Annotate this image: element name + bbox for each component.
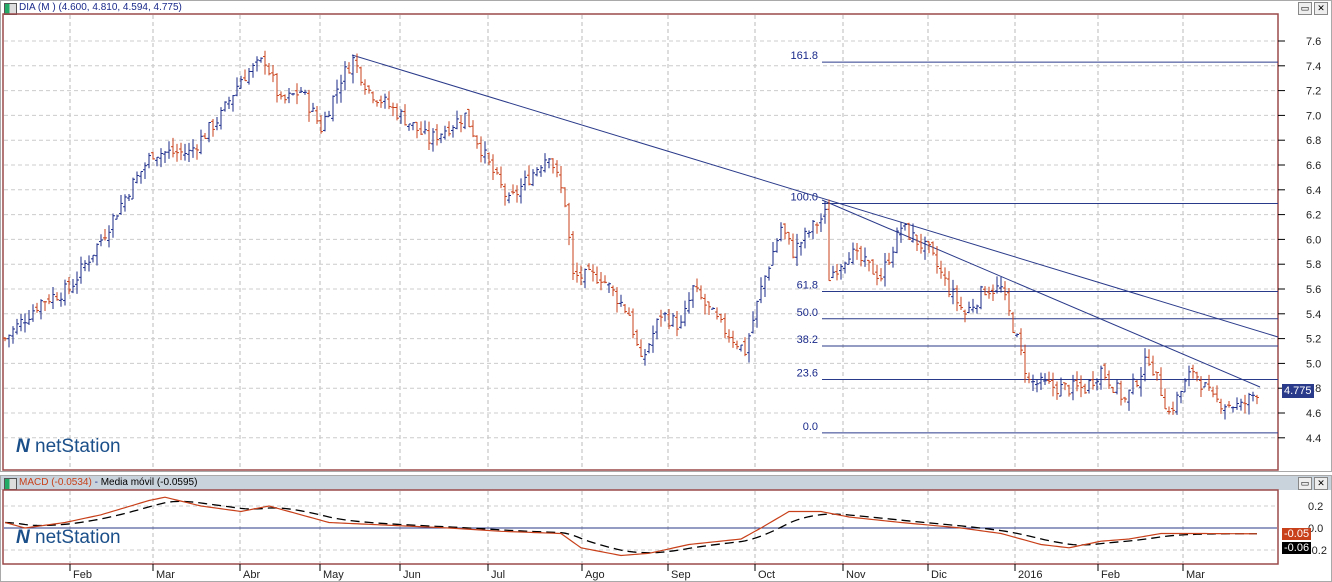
- month-label: Ago: [585, 569, 605, 581]
- fib-label: 38.2: [797, 334, 818, 346]
- price-plot-frame: [2, 13, 1279, 471]
- fib-label: 61.8: [797, 279, 818, 291]
- trend-line: [821, 199, 1261, 388]
- price-tick-label: 4.4: [1306, 433, 1321, 445]
- price-tick-label: 5.0: [1306, 358, 1321, 370]
- chart-canvas: Feb Mar Abr May Jun Jul Ago Sep Oct Nov Dic 2016 Feb…: [2, 13, 1327, 581]
- price-watermark: N netStation: [16, 436, 121, 457]
- price-tick-label: 5.4: [1306, 309, 1321, 321]
- price-tick-label: 5.2: [1306, 334, 1321, 346]
- month-label: Mar: [1186, 569, 1205, 581]
- last-price-badge: 4.775: [1282, 384, 1314, 398]
- macd-tick-label: 0.2: [1308, 501, 1323, 513]
- fib-label: 23.6: [797, 368, 818, 380]
- price-tick-label: 7.4: [1306, 61, 1321, 73]
- month-label: Oct: [758, 569, 775, 581]
- signal-line: [4, 500, 1258, 554]
- macd-watermark: N netStation: [16, 527, 121, 548]
- month-label: Jun: [403, 569, 421, 581]
- price-tick-label: 5.8: [1306, 259, 1321, 271]
- price-tick-label: 4.6: [1306, 408, 1321, 420]
- fib-label: 50.0: [797, 307, 818, 319]
- trend-line: [351, 54, 1279, 338]
- price-tick-label: 5.6: [1306, 284, 1321, 296]
- month-label: Dic: [931, 569, 947, 581]
- signal-badge: -0.06: [1282, 542, 1312, 554]
- month-label: Feb: [1101, 569, 1120, 581]
- macd-badge: -0.05: [1282, 528, 1312, 540]
- price-tick-label: 7.2: [1306, 86, 1321, 98]
- month-label: Feb: [73, 569, 92, 581]
- month-label: Jul: [491, 569, 505, 581]
- price-tick-label: 7.0: [1306, 110, 1321, 122]
- month-label: 2016: [1018, 569, 1042, 581]
- fib-label: 161.8: [790, 50, 818, 62]
- price-tick-label: 6.8: [1306, 135, 1321, 147]
- month-label: Abr: [243, 569, 260, 581]
- price-tick-label: 6.6: [1306, 160, 1321, 172]
- price-tick-label: 6.4: [1306, 185, 1321, 197]
- price-tick-label: 6.2: [1306, 210, 1321, 222]
- macd-plot-frame: [2, 489, 1279, 565]
- month-label: Sep: [671, 569, 691, 581]
- price-tick-label: 6.0: [1306, 234, 1321, 246]
- month-label: Mar: [156, 569, 175, 581]
- price-tick-label: 7.6: [1306, 36, 1321, 48]
- month-label: Nov: [846, 569, 866, 581]
- month-label: May: [323, 569, 344, 581]
- fib-label: 0.0: [803, 421, 818, 433]
